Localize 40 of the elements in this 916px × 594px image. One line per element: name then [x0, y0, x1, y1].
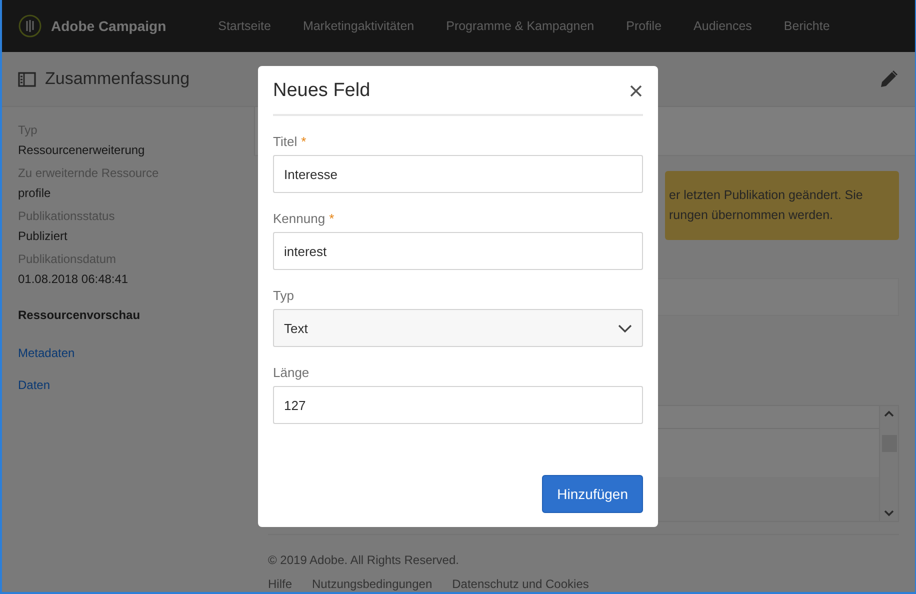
property-value: profile: [18, 186, 52, 200]
nav-link[interactable]: Marketingaktivitäten: [286, 19, 430, 33]
nav-link[interactable]: Berichte: [768, 19, 846, 33]
required-mark: *: [301, 134, 306, 149]
app-name: Adobe Campaign: [51, 18, 166, 34]
input-field[interactable]: interest: [273, 232, 643, 270]
footer-link[interactable]: Hilfe: [268, 577, 292, 591]
panel-title: Zusammenfassung: [45, 69, 190, 89]
field-label: Typ: [273, 288, 294, 303]
logo-icon: [18, 14, 42, 38]
chevron-up-icon[interactable]: [884, 410, 894, 417]
nav-link[interactable]: Programme & Kampagnen: [430, 19, 610, 33]
input-field[interactable]: Interesse: [273, 155, 643, 193]
close-icon[interactable]: [629, 84, 643, 98]
panel-icon: [18, 72, 36, 86]
chevron-down-icon[interactable]: [884, 510, 894, 517]
chevron-down-icon: [618, 324, 632, 332]
add-button[interactable]: Hinzufügen: [542, 475, 643, 513]
copyright-text: © 2019 Adobe. All Rights Reserved.: [268, 553, 460, 567]
property-value: 01.08.2018 06:48:41: [18, 272, 130, 286]
footer-link[interactable]: Nutzungsbedingungen: [312, 577, 432, 591]
required-mark: *: [329, 211, 334, 226]
property-value: Publiziert: [18, 229, 68, 243]
sidebar-link[interactable]: Daten: [18, 378, 236, 392]
warning-banner: er letzten Publikation geändert. Sie rungen übernommen werden.: [665, 171, 899, 240]
type-dropdown[interactable]: Text: [273, 309, 643, 347]
footer-link[interactable]: Datenschutz und Cookies: [452, 577, 589, 591]
field-label: Kennung: [273, 211, 326, 226]
pencil-icon[interactable]: [879, 69, 899, 89]
field-label: Länge: [273, 365, 310, 380]
nav-link[interactable]: Audiences: [678, 19, 768, 33]
input-field[interactable]: 127: [273, 386, 643, 424]
sidebar-link[interactable]: Metadaten: [18, 346, 236, 360]
field-label: Titel: [273, 134, 298, 149]
property-value: Ressourcenerweiterung: [18, 143, 146, 157]
nav-link[interactable]: Profile: [610, 19, 678, 33]
nav-link[interactable]: Startseite: [202, 19, 287, 33]
dialog-title: Neues Feld: [273, 80, 370, 102]
scrollbar[interactable]: [879, 406, 898, 521]
section-heading: Ressourcenvorschau: [18, 308, 142, 322]
